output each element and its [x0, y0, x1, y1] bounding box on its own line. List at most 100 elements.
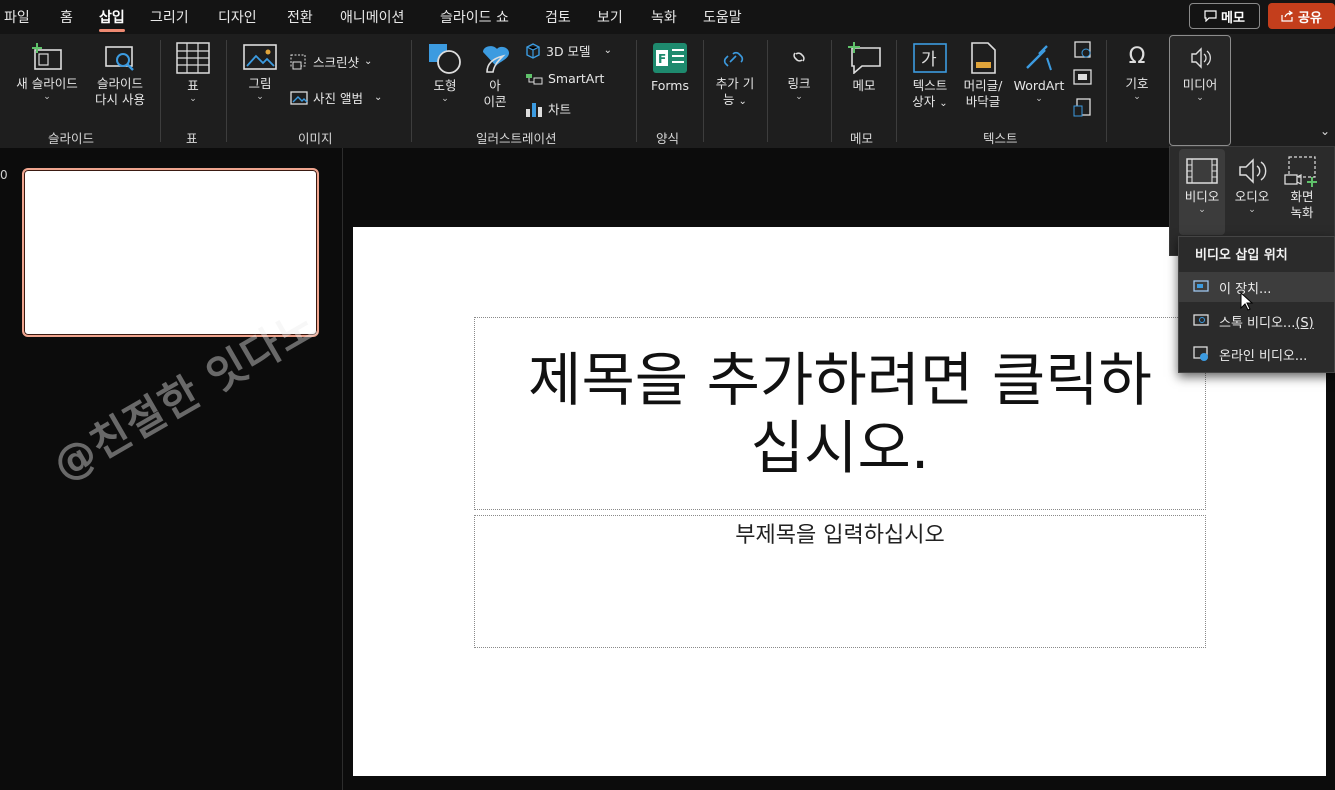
3d-model-icon — [526, 42, 540, 59]
share-button[interactable]: 공유 — [1268, 3, 1335, 29]
tab-home[interactable]: 홈 — [60, 7, 73, 27]
addins-button[interactable]: 추가 기 능 ⌄ — [708, 42, 762, 110]
object-button[interactable] — [1073, 98, 1093, 122]
chart-label: 차트 — [548, 102, 572, 117]
object-icon — [1073, 98, 1091, 117]
media-button[interactable]: 미디어 ⌄ — [1169, 35, 1231, 146]
reuse-slides-button[interactable]: 슬라이드 다시 사용 — [88, 42, 152, 108]
new-comment-label: 메모 — [852, 78, 876, 93]
chevron-down-icon: ⌄ — [189, 94, 197, 104]
group-separator — [411, 40, 412, 142]
mouse-cursor-icon — [1240, 292, 1254, 311]
video-button[interactable]: 비디오 ⌄ — [1179, 149, 1225, 235]
slide-number-button[interactable] — [1073, 69, 1093, 91]
stock-video-text: 스톡 비디오...(S) — [1219, 312, 1314, 331]
textbox-button[interactable]: 가 텍스트 상자 ⌄ — [904, 42, 956, 112]
subtitle-text: 부제목을 입력하십시오 — [735, 523, 945, 548]
menu-item-this-device[interactable]: 이 장치... — [1179, 272, 1334, 302]
title-line-2: 십시오. — [750, 413, 930, 482]
pane-divider[interactable] — [342, 148, 343, 790]
tab-insert[interactable]: 삽입 — [99, 7, 125, 32]
header-footer-icon — [971, 42, 996, 74]
title-placeholder[interactable]: 제목을 추가하려면 클릭하 십시오. — [474, 317, 1206, 510]
picture-button[interactable]: 그림 ⌄ — [240, 42, 280, 102]
new-comment-button[interactable]: 메모 — [842, 42, 886, 94]
textbox-label-2-wrap: 상자 ⌄ — [912, 94, 948, 109]
insert-video-menu: 비디오 삽입 위치 이 장치... 스톡 비디오...(S) 온라인 비디오..… — [1178, 236, 1335, 373]
screen-recording-icon — [1284, 156, 1317, 187]
photo-album-button[interactable]: 사진 앨범 ⌄ — [290, 88, 382, 107]
subtitle-placeholder[interactable]: 부제목을 입력하십시오 — [474, 515, 1206, 648]
tab-slideshow[interactable]: 슬라이드 쇼 — [440, 7, 509, 27]
smartart-icon — [526, 73, 543, 84]
3d-models-button[interactable]: 3D 모델 ⌄ — [525, 41, 612, 60]
share-label: 공유 — [1298, 10, 1322, 26]
collapse-ribbon-icon[interactable]: ⌄ — [1320, 124, 1330, 138]
link-label: 링크 — [787, 76, 811, 91]
tab-view[interactable]: 보기 — [597, 7, 623, 27]
new-slide-button[interactable]: 새 슬라이드 ⌄ — [8, 42, 86, 102]
symbols-button[interactable]: Ω 기호 ⌄ — [1116, 42, 1158, 102]
shapes-button[interactable]: 도형 ⌄ — [424, 42, 466, 104]
header-footer-label-1: 머리글/ — [963, 78, 1003, 93]
shapes-label: 도형 — [433, 78, 457, 93]
slide-number-icon — [1073, 69, 1092, 85]
svg-text:F: F — [658, 52, 666, 66]
icons-label-1: 아 — [489, 78, 501, 93]
icons-button[interactable]: 아 이콘 — [474, 42, 516, 110]
date-time-icon — [1074, 41, 1091, 58]
table-button[interactable]: 표 ⌄ — [170, 42, 216, 104]
media-label: 미디어 — [1182, 77, 1218, 92]
audio-button[interactable]: 오디오 ⌄ — [1229, 149, 1275, 235]
online-video-label: 온라인 비디오... — [1219, 348, 1308, 364]
header-footer-button[interactable]: 머리글/ 바닥글 — [958, 42, 1008, 110]
picture-icon — [243, 44, 277, 70]
new-comment-icon — [848, 42, 881, 74]
screenshot-icon — [290, 54, 306, 69]
chevron-down-icon: ⌄ — [1133, 92, 1141, 102]
comments-button[interactable]: 메모 — [1189, 3, 1260, 29]
tab-design[interactable]: 디자인 — [218, 7, 257, 27]
slide-thumbnail-pane: 0 — [0, 148, 342, 790]
group-label-text: 텍스트 — [983, 131, 1018, 146]
audio-icon — [1239, 158, 1267, 184]
chart-button[interactable]: 차트 — [525, 99, 571, 118]
tab-animations[interactable]: 애니메이션 — [340, 7, 404, 27]
menu-item-stock-video[interactable]: 스톡 비디오...(S) — [1179, 306, 1334, 336]
omega-icon: Ω — [1128, 44, 1146, 69]
link-icon — [793, 52, 805, 62]
icons-icon — [483, 46, 509, 73]
screen-recording-button[interactable]: 화면 녹화 — [1279, 149, 1325, 235]
group-label-illustrations: 일러스트레이션 — [476, 131, 557, 146]
screenshot-button[interactable]: 스크린샷 ⌄ — [290, 52, 372, 71]
stock-video-icon — [1193, 314, 1209, 326]
chevron-down-icon: ⌄ — [1035, 94, 1043, 104]
group-label-forms: 양식 — [656, 131, 680, 146]
wordart-button[interactable]: WordArt ⌄ — [1010, 42, 1068, 104]
tab-record[interactable]: 녹화 — [651, 7, 677, 27]
group-separator — [1106, 40, 1107, 142]
addins-label-2-wrap: 능 ⌄ — [723, 92, 747, 107]
tab-review[interactable]: 검토 — [545, 7, 571, 27]
wordart-label: WordArt — [1013, 78, 1065, 93]
textbox-label-2: 상자 — [912, 94, 936, 109]
table-label: 표 — [187, 78, 199, 93]
menu-item-online-video[interactable]: 온라인 비디오... — [1179, 339, 1334, 369]
date-time-button[interactable] — [1073, 40, 1093, 64]
audio-label: 오디오 — [1234, 189, 1270, 204]
textbox-icon: 가 — [913, 43, 947, 73]
tab-file[interactable]: 파일 — [4, 7, 30, 27]
forms-button[interactable]: F Forms — [647, 42, 693, 94]
video-icon — [1186, 158, 1218, 184]
stock-video-label: 스톡 비디오... — [1219, 315, 1296, 331]
group-separator — [636, 40, 637, 142]
tab-transitions[interactable]: 전환 — [287, 7, 313, 27]
group-separator — [767, 40, 768, 142]
chevron-down-icon: ⌄ — [256, 92, 264, 102]
link-button[interactable]: 링크 ⌄ — [778, 42, 820, 102]
tab-help[interactable]: 도움말 — [703, 7, 742, 27]
smartart-label: SmartArt — [548, 71, 605, 86]
screen-recording-label-1: 화면 — [1290, 189, 1314, 204]
smartart-button[interactable]: SmartArt — [525, 71, 604, 86]
tab-draw[interactable]: 그리기 — [150, 7, 189, 27]
